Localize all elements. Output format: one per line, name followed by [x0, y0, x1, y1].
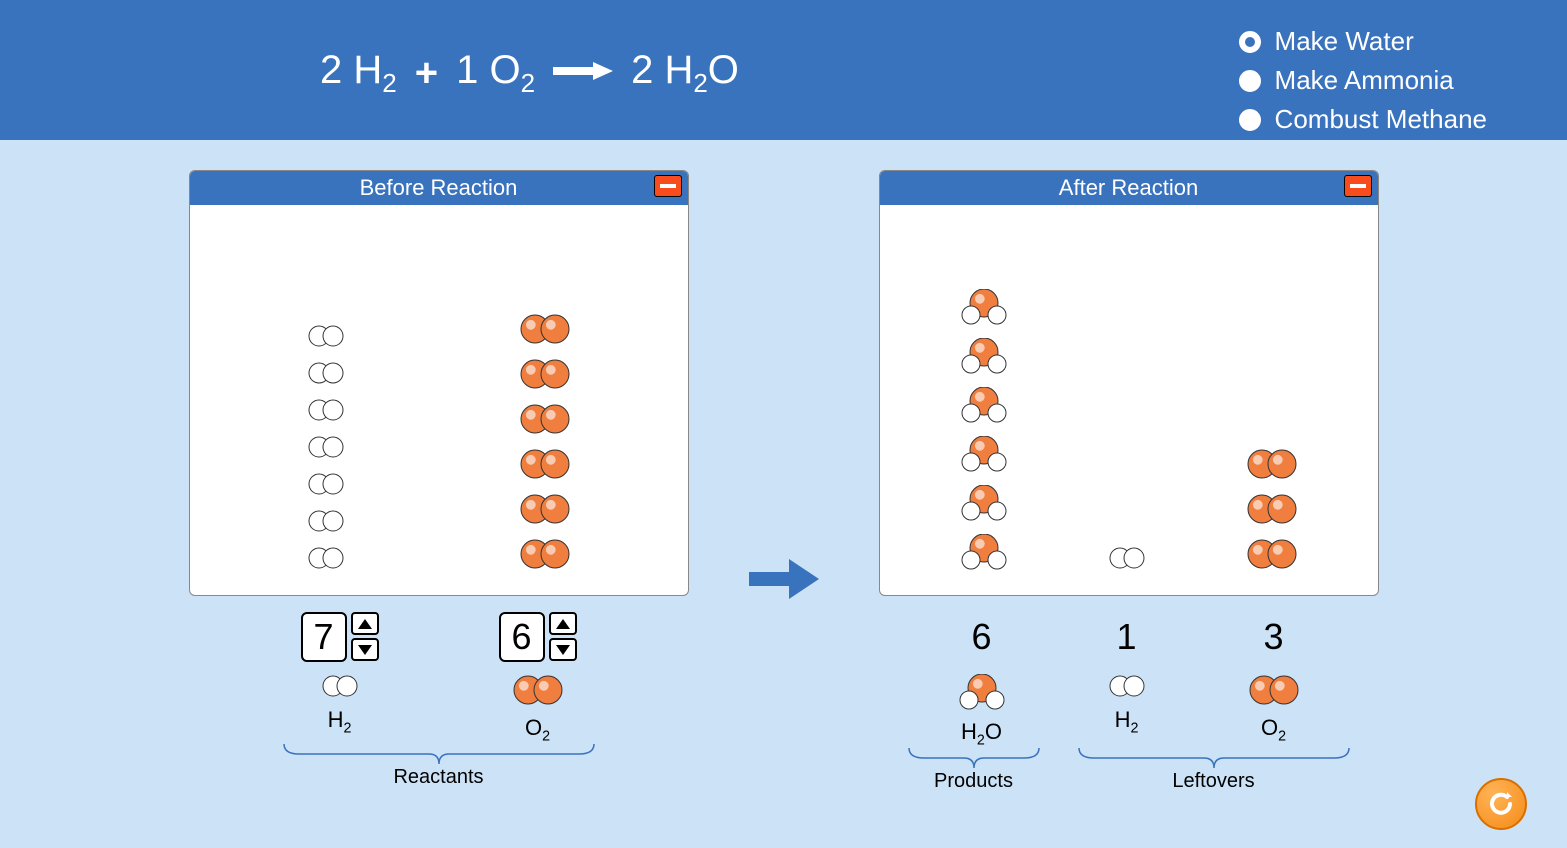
- molecule: [1245, 538, 1299, 575]
- o2-decrement-button[interactable]: [549, 638, 577, 661]
- o2-increment-button[interactable]: [549, 612, 577, 635]
- collapse-button[interactable]: [654, 175, 682, 197]
- products-bracket: Products: [904, 748, 1044, 793]
- reaction-equation: 2 H2 + 1 O2 2 H2O: [320, 48, 739, 99]
- radio-icon: [1239, 109, 1261, 131]
- molecule: [306, 509, 346, 538]
- leftovers-label: Leftovers: [1074, 770, 1354, 793]
- h2-leftover-group: 1 H2: [1107, 612, 1147, 748]
- molecule: [1245, 448, 1299, 485]
- radio-label: Make Water: [1275, 26, 1414, 57]
- after-section: After Reaction 6 H2O 1 H2 3: [879, 170, 1379, 793]
- h2o-column: [959, 289, 1009, 575]
- before-spinners: 7 H2 6 O2: [301, 612, 577, 744]
- o2-leftover-label: O2: [1261, 715, 1286, 744]
- o2-leftover-count: 3: [1263, 612, 1283, 662]
- after-panel-body: [880, 205, 1378, 595]
- o2-icon: [511, 674, 565, 711]
- h2-leftover-column: [1107, 546, 1147, 575]
- panel-title: Before Reaction: [360, 175, 518, 200]
- header-bar: 2 H2 + 1 O2 2 H2O Make Water Make Ammoni…: [0, 0, 1567, 140]
- radio-make-ammonia[interactable]: Make Ammonia: [1239, 65, 1487, 96]
- o2-label: O2: [525, 715, 550, 744]
- molecule: [959, 534, 1009, 575]
- h2o-icon: [957, 674, 1007, 715]
- h2-icon: [320, 674, 360, 703]
- o2-count: 6: [499, 612, 545, 662]
- h2-count: 7: [301, 612, 347, 662]
- molecule: [1245, 493, 1299, 530]
- molecule: [518, 313, 572, 350]
- main-content: Before Reaction 7 H2: [0, 140, 1567, 793]
- before-panel-header: Before Reaction: [190, 171, 688, 205]
- radio-icon: [1239, 70, 1261, 92]
- h2-increment-button[interactable]: [351, 612, 379, 635]
- h2-label: H2: [328, 707, 352, 736]
- reset-button[interactable]: [1475, 778, 1527, 830]
- o2-spinner-group: 6 O2: [499, 612, 577, 744]
- molecule: [959, 436, 1009, 477]
- reactants-bracket: Reactants: [279, 744, 599, 789]
- before-section: Before Reaction 7 H2: [189, 170, 689, 793]
- reaction-selector: Make Water Make Ammonia Combust Methane: [1239, 18, 1487, 143]
- molecule: [306, 435, 346, 464]
- reactants-label: Reactants: [279, 766, 599, 789]
- h2-leftover-label: H2: [1115, 707, 1139, 736]
- after-panel-header: After Reaction: [880, 171, 1378, 205]
- o2-leftover-group: 3 O2: [1247, 612, 1301, 748]
- molecule: [518, 448, 572, 485]
- radio-combust-methane[interactable]: Combust Methane: [1239, 104, 1487, 135]
- molecule: [306, 398, 346, 427]
- collapse-button[interactable]: [1344, 175, 1372, 197]
- h2-column: [306, 324, 346, 575]
- molecule: [1107, 546, 1147, 575]
- molecule: [306, 324, 346, 353]
- before-panel-body: [190, 205, 688, 595]
- radio-label: Make Ammonia: [1275, 65, 1454, 96]
- leftovers-bracket: Leftovers: [1074, 748, 1354, 793]
- molecule: [959, 289, 1009, 330]
- plus-icon: +: [415, 51, 438, 96]
- products-label: Products: [904, 770, 1044, 793]
- o2-leftover-column: [1245, 448, 1299, 575]
- reaction-arrow-icon: [749, 554, 819, 609]
- h2-icon: [1107, 674, 1147, 703]
- after-panel: After Reaction: [879, 170, 1379, 596]
- after-counts: 6 H2O 1 H2 3 O2: [957, 612, 1301, 748]
- molecule: [959, 485, 1009, 526]
- molecule: [959, 387, 1009, 428]
- molecule: [518, 493, 572, 530]
- h2-spinner-group: 7 H2: [301, 612, 379, 744]
- molecule: [518, 358, 572, 395]
- h2-leftover-count: 1: [1116, 612, 1136, 662]
- molecule: [518, 403, 572, 440]
- before-panel: Before Reaction: [189, 170, 689, 596]
- h2o-count: 6: [971, 612, 991, 662]
- panel-title: After Reaction: [1059, 175, 1198, 200]
- molecule: [306, 361, 346, 390]
- arrow-right-icon: [553, 51, 613, 96]
- molecule: [959, 338, 1009, 379]
- molecule: [518, 538, 572, 575]
- radio-label: Combust Methane: [1275, 104, 1487, 135]
- molecule: [306, 546, 346, 575]
- h2o-count-group: 6 H2O: [957, 612, 1007, 748]
- h2o-label: H2O: [961, 719, 1002, 748]
- radio-make-water[interactable]: Make Water: [1239, 26, 1487, 57]
- o2-column: [518, 313, 572, 575]
- radio-icon: [1239, 31, 1261, 53]
- molecule: [306, 472, 346, 501]
- o2-icon: [1247, 674, 1301, 711]
- h2-decrement-button[interactable]: [351, 638, 379, 661]
